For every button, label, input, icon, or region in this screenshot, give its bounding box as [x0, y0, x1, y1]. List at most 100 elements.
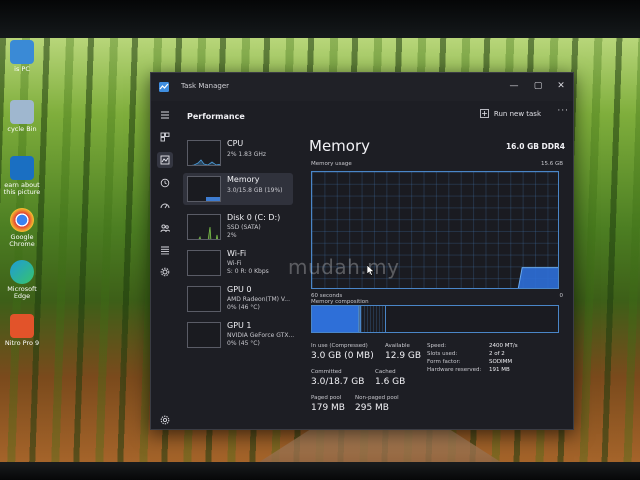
run-new-task-label: Run new task: [493, 110, 541, 118]
recycle-bin-icon: [10, 100, 34, 124]
device-item-wifi[interactable]: Wi-Fi Wi-Fi S: 0 R: 0 Kbps: [183, 247, 293, 279]
device-stat: Wi-Fi: [227, 260, 242, 267]
more-options-button[interactable]: ···: [557, 106, 569, 116]
hamburger-icon[interactable]: [157, 107, 173, 123]
memory-usage-max: 15.6 GB: [540, 161, 563, 167]
header-bar: Performance Run new task ···: [179, 101, 573, 131]
window-title: Task Manager: [181, 82, 230, 90]
device-item-memory[interactable]: Memory 3.0/15.8 GB (19%): [183, 173, 293, 205]
chrome-icon: [10, 208, 34, 232]
monitor-bezel-bottom: [0, 462, 640, 480]
desktop-icon-label: Chrome: [9, 240, 35, 249]
prop-label: Form factor:: [427, 359, 461, 365]
desktop-icon-label: Nitro Pro 9: [4, 339, 40, 347]
cpu-thumbnail-graph: [187, 140, 221, 166]
memory-composition-bar: [311, 305, 559, 333]
services-icon[interactable]: [157, 264, 173, 280]
app-history-icon[interactable]: [157, 175, 173, 191]
device-item-disk-0[interactable]: Disk 0 (C: D:) SSD (SATA) 2%: [183, 211, 293, 243]
wifi-thumbnail-graph: [187, 250, 221, 276]
desktop-icon-this-pc[interactable]: is PC: [0, 40, 44, 73]
desktop-icon-edge[interactable]: Microsoft Edge: [0, 260, 44, 301]
desktop-icon-label: Edge: [13, 292, 31, 301]
prop-value: SODIMM: [489, 359, 513, 365]
prop-value: 2 of 2: [489, 351, 505, 357]
device-name: Disk 0 (C: D:): [227, 213, 281, 222]
this-pc-icon: [10, 40, 34, 64]
gpu1-thumbnail-graph: [187, 322, 221, 348]
stat-value: 3.0/18.7 GB: [311, 377, 365, 387]
details-icon[interactable]: [157, 242, 173, 258]
device-name: Memory: [227, 175, 260, 184]
desktop-icon-recycle-bin[interactable]: cycle Bin: [0, 100, 44, 133]
device-name: GPU 1: [227, 321, 252, 330]
memory-detail-panel: Memory 16.0 GB DDR4 Memory usage 15.6 GB…: [307, 135, 569, 425]
desktop-icon-label: is PC: [14, 65, 30, 73]
device-item-gpu-1[interactable]: GPU 1 NVIDIA GeForce GTX... 0% (45 °C): [183, 319, 295, 351]
stat-label: Non-paged pool: [355, 395, 399, 401]
monitor-bezel-top: [0, 0, 640, 38]
settings-icon[interactable]: [157, 412, 173, 428]
minimize-button[interactable]: —: [503, 75, 525, 97]
watermark-text: mudah.my: [288, 255, 400, 279]
title-bar[interactable]: Task Manager — ▢ ✕: [151, 73, 573, 101]
composition-free[interactable]: [386, 306, 558, 332]
prop-label: Speed:: [427, 343, 447, 349]
device-stat: 3.0/15.8 GB (19%): [227, 187, 283, 194]
memory-usage-label: Memory usage: [311, 161, 352, 167]
desktop-icon-chrome[interactable]: Google Chrome: [0, 208, 44, 249]
device-stat: S: 0 R: 0 Kbps: [227, 268, 269, 275]
device-name: CPU: [227, 139, 244, 148]
desktop-icon-learn-about-picture[interactable]: earn about this picture: [0, 156, 44, 197]
device-name: Wi-Fi: [227, 249, 247, 258]
startup-apps-icon[interactable]: [157, 198, 173, 214]
stat-value: 12.9 GB: [385, 351, 422, 361]
stat-label: Committed: [311, 369, 342, 375]
task-manager-app-icon: [159, 82, 169, 92]
disk-thumbnail-graph: [187, 214, 221, 240]
stat-label: In use (Compressed): [311, 343, 368, 349]
run-new-task-button[interactable]: Run new task: [480, 109, 541, 118]
maximize-button[interactable]: ▢: [527, 75, 549, 97]
stat-label: Cached: [375, 369, 396, 375]
prop-value: 191 MB: [489, 367, 510, 373]
stat-value: 179 MB: [311, 403, 345, 413]
device-stat: 2% 1.83 GHz: [227, 151, 267, 158]
device-stat: 0% (45 °C): [227, 340, 260, 347]
device-stat: SSD (SATA): [227, 224, 261, 231]
device-stat: 0% (46 °C): [227, 304, 260, 311]
memory-title: Memory: [309, 137, 371, 155]
device-item-cpu[interactable]: CPU 2% 1.83 GHz: [183, 137, 293, 169]
gpu0-thumbnail-graph: [187, 286, 221, 312]
performance-icon[interactable]: [157, 152, 173, 168]
time-zero-label: 0: [559, 293, 564, 299]
desktop-icon-label: cycle Bin: [7, 125, 37, 133]
device-stat: 2%: [227, 232, 237, 239]
close-button[interactable]: ✕: [550, 75, 572, 97]
task-manager-window: Task Manager — ▢ ✕ Performance Run new t…: [150, 72, 574, 430]
page-title: Performance: [187, 112, 245, 121]
device-stat: AMD Radeon(TM) V...: [227, 296, 290, 303]
stat-label: Available: [385, 343, 410, 349]
device-stat: NVIDIA GeForce GTX...: [227, 332, 295, 339]
nav-sidebar: [151, 101, 179, 429]
prop-label: Slots used:: [427, 351, 458, 357]
nitro-pro-icon: [10, 314, 34, 338]
stat-value: 295 MB: [355, 403, 389, 413]
desktop-icon-nitro-pro[interactable]: Nitro Pro 9: [0, 314, 44, 347]
prop-value: 2400 MT/s: [489, 343, 518, 349]
stat-value: 3.0 GB (0 MB): [311, 351, 374, 361]
stat-label: Paged pool: [311, 395, 342, 401]
run-task-icon: [480, 109, 489, 118]
learn-about-picture-icon: [10, 156, 34, 180]
prop-label: Hardware reserved:: [427, 367, 482, 373]
composition-standby[interactable]: [361, 306, 386, 332]
stat-value: 1.6 GB: [375, 377, 406, 387]
desktop-icon-label: this picture: [3, 188, 41, 197]
device-list: CPU 2% 1.83 GHz Memory 3.0/15.8 GB (19%)…: [183, 135, 295, 425]
users-icon[interactable]: [157, 220, 173, 236]
device-item-gpu-0[interactable]: GPU 0 AMD Radeon(TM) V... 0% (46 °C): [183, 283, 293, 315]
memory-spec: 16.0 GB DDR4: [505, 142, 565, 151]
processes-icon[interactable]: [157, 129, 173, 145]
composition-in-use[interactable]: [312, 306, 359, 332]
